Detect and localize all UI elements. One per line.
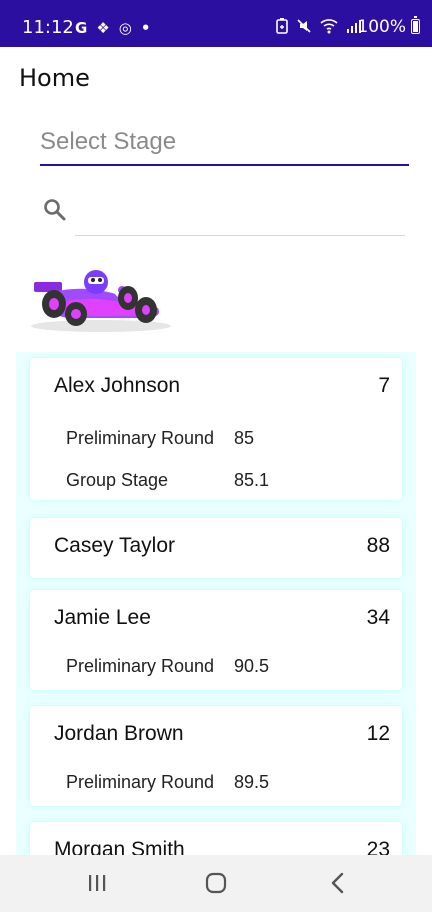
app-notification-icon-2: ◎ <box>118 19 132 37</box>
player-score: 88 <box>366 534 390 557</box>
player-card[interactable]: Morgan Smith 23 <box>30 822 402 855</box>
round-value: 85 <box>234 428 255 448</box>
player-score: 34 <box>366 606 390 629</box>
app-notification-icon: ❖ <box>96 19 110 37</box>
player-list[interactable]: Alex Johnson 7 Preliminary Round 85 Grou… <box>16 352 416 855</box>
search-bar[interactable] <box>40 195 405 237</box>
wifi-icon <box>320 19 338 34</box>
search-input[interactable] <box>78 197 398 231</box>
stage-picker-placeholder: Select Stage <box>40 128 177 155</box>
status-time: 11:12 <box>22 17 74 38</box>
player-name: Jordan Brown <box>54 722 184 745</box>
round-label: Preliminary Round <box>66 656 215 676</box>
player-score: 7 <box>378 374 390 397</box>
mute-icon <box>297 19 311 33</box>
player-card[interactable]: Jordan Brown 12 Preliminary Round 89.5 <box>30 706 402 806</box>
notification-icons: G ❖ ◎ • <box>75 19 150 37</box>
player-card[interactable]: Jamie Lee 34 Preliminary Round 90.5 <box>30 590 402 690</box>
battery-saver-icon <box>276 18 288 34</box>
battery-icon <box>411 16 420 34</box>
player-card[interactable]: Alex Johnson 7 Preliminary Round 85 Grou… <box>30 358 402 500</box>
player-name: Alex Johnson <box>54 374 181 397</box>
round-value: 89.5 <box>234 772 270 792</box>
player-name: Casey Taylor <box>54 534 175 557</box>
stage-picker[interactable]: Select Stage <box>40 128 409 166</box>
player-score: 12 <box>366 722 390 745</box>
round-label: Preliminary Round <box>66 772 215 792</box>
player-score: 23 <box>366 838 390 855</box>
search-icon <box>44 199 66 221</box>
battery-percent: 100% <box>357 17 406 37</box>
home-icon[interactable] <box>202 871 230 895</box>
system-nav-bar <box>0 855 432 912</box>
player-name: Jamie Lee <box>54 606 151 629</box>
google-icon: G <box>75 19 88 37</box>
race-car-logo <box>31 270 171 332</box>
page-title: Home <box>19 64 90 92</box>
recent-apps-icon[interactable] <box>83 871 111 895</box>
round-value: 90.5 <box>234 656 270 676</box>
round-label: Group Stage <box>66 470 169 490</box>
back-icon[interactable] <box>324 871 352 895</box>
more-notifications-dot: • <box>140 19 151 37</box>
player-card[interactable]: Casey Taylor 88 <box>30 518 402 578</box>
search-underline <box>75 235 405 236</box>
round-value: 85.1 <box>234 470 270 490</box>
status-bar: 11:12 G ❖ ◎ • 100% <box>0 0 432 47</box>
player-name: Morgan Smith <box>54 838 185 855</box>
system-icons <box>276 18 362 34</box>
round-label: Preliminary Round <box>66 428 215 448</box>
